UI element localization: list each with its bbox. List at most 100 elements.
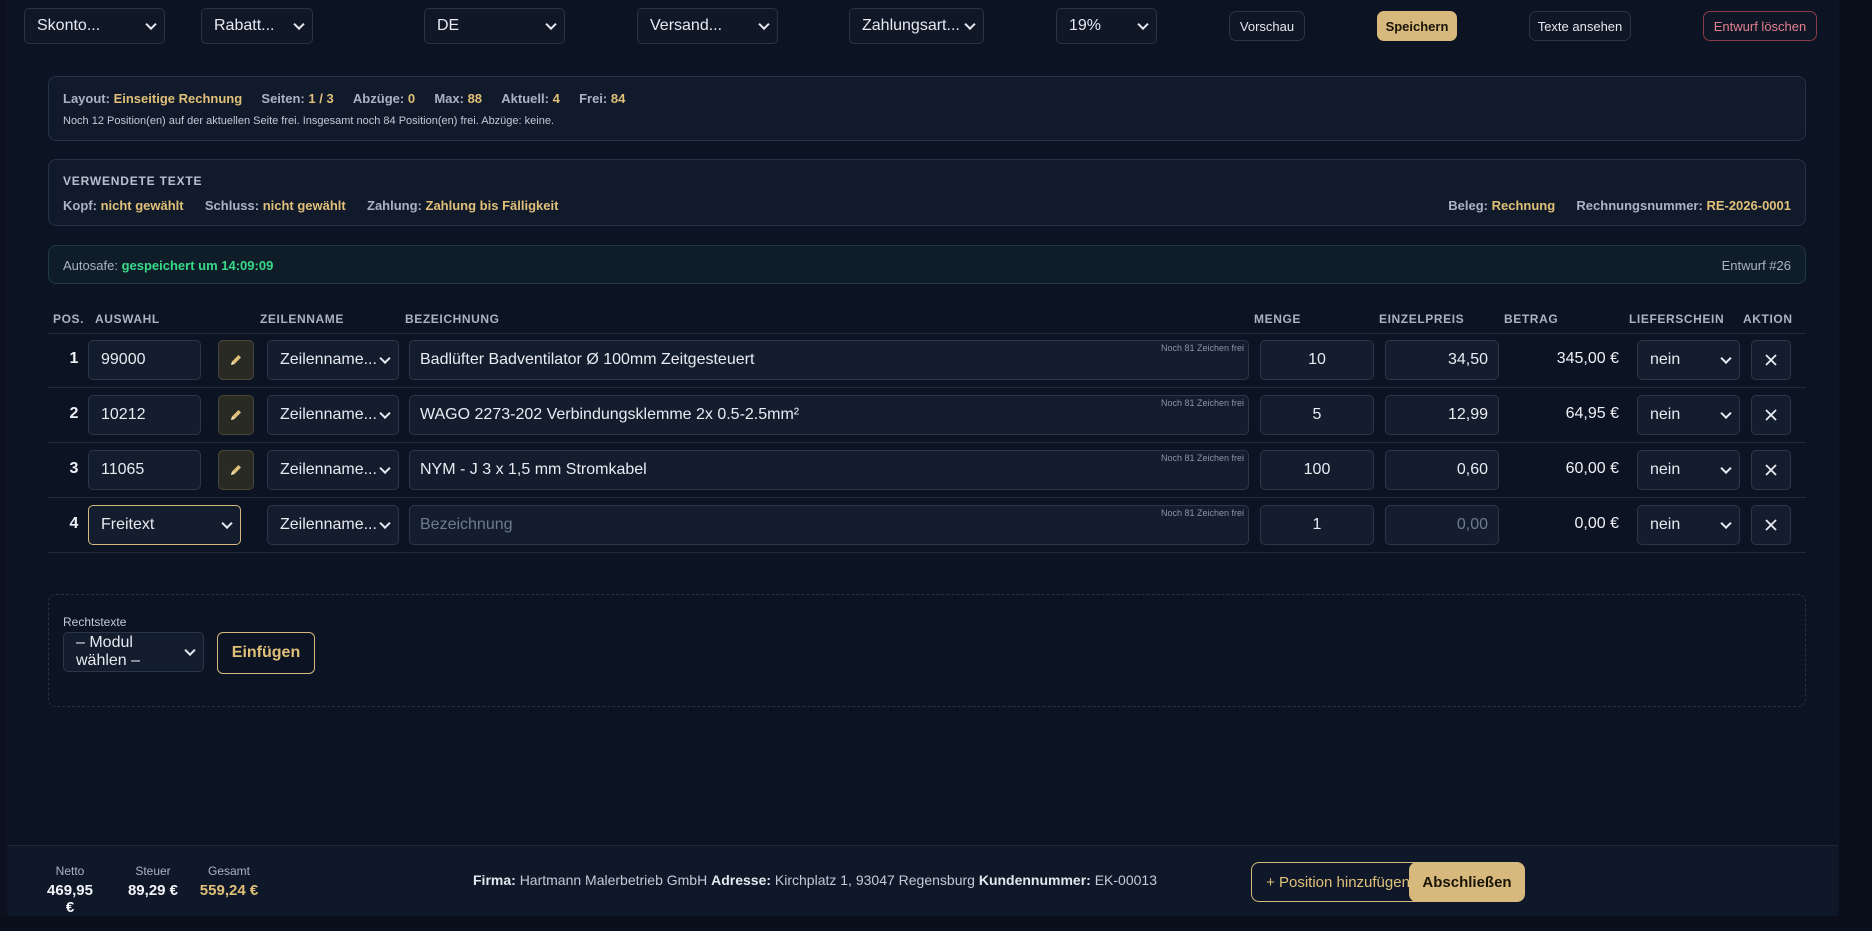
quantity-input[interactable]: 10 (1260, 340, 1374, 380)
grand-total-label: Gesamt (207, 864, 250, 878)
chevron-down-icon (758, 18, 770, 31)
col-rowname: ZEILENNAME (260, 312, 344, 326)
description-input[interactable]: NYM - J 3 x 1,5 mm Stromkabel Noch 81 Ze… (409, 450, 1249, 490)
current-value: 4 (552, 91, 560, 106)
head-label: Kopf: (63, 198, 97, 213)
delete-row-button[interactable] (1751, 450, 1791, 490)
description-input[interactable]: Badlüfter Badventilator Ø 100mm Zeitgest… (409, 340, 1249, 380)
language-select[interactable]: DE (424, 8, 565, 44)
net-total: Netto 469,95 € (42, 864, 98, 916)
delete-row-button[interactable] (1751, 505, 1791, 545)
delivery-note-select[interactable]: nein (1637, 395, 1740, 435)
payment-method-select[interactable]: Zahlungsart... (849, 8, 984, 44)
payment-value: Zahlung bis Fälligkeit (425, 198, 559, 213)
close-icon (1765, 464, 1777, 476)
insert-button[interactable]: Einfügen (217, 632, 315, 674)
doc-type-label: Beleg: (1448, 198, 1488, 213)
table-row: 4 Freitext Zeilenname... Bezeichnung Noc… (48, 498, 1806, 553)
chevron-down-icon (545, 18, 557, 31)
chevron-down-icon (1137, 18, 1149, 31)
edit-article-button[interactable] (218, 395, 254, 435)
rowname-value: Zeilenname... (280, 351, 377, 368)
shipping-select[interactable]: Versand... (637, 8, 778, 44)
rowname-select[interactable]: Zeilenname... (267, 450, 399, 490)
current-label: Aktuell: (501, 91, 549, 106)
payment-label: Zahlung: (367, 198, 422, 213)
unit-price-input[interactable]: 0,60 (1385, 450, 1499, 490)
edit-article-button[interactable] (218, 450, 254, 490)
table-row: 3 11065 Zeilenname... NYM - J 3 x 1,5 mm… (48, 443, 1806, 498)
description-input[interactable]: WAGO 2273-202 Verbindungsklemme 2x 0.5-2… (409, 395, 1249, 435)
layout-summary: Layout: Einseitige Rechnung Seiten: 1 / … (63, 91, 625, 106)
col-quantity: MENGE (1254, 312, 1302, 326)
customer-number-value: EK-00013 (1094, 872, 1157, 888)
article-type-value: Freitext (101, 516, 155, 533)
article-number-input[interactable]: 99000 (88, 340, 201, 380)
finish-button[interactable]: Abschließen (1409, 862, 1525, 902)
unit-price-value: 12,99 (1447, 406, 1488, 423)
unit-price-value: 0,60 (1456, 461, 1488, 478)
shipping-select-value: Versand... (650, 17, 723, 34)
close-icon (1765, 409, 1777, 421)
char-counter: Noch 81 Zeichen frei (1160, 508, 1244, 518)
delete-row-button[interactable] (1751, 340, 1791, 380)
unit-price-input[interactable]: 0,00 (1385, 505, 1499, 545)
tax-total: Steuer 89,29 € (122, 864, 184, 899)
delete-row-button[interactable] (1751, 395, 1791, 435)
table-row: 1 99000 Zeilenname... Badlüfter Badventi… (48, 333, 1806, 388)
rowname-select[interactable]: Zeilenname... (267, 395, 399, 435)
col-pos: POS. (53, 312, 85, 326)
quantity-input[interactable]: 1 (1260, 505, 1374, 545)
max-value: 88 (467, 91, 483, 106)
delivery-note-select[interactable]: nein (1637, 505, 1740, 545)
legal-module-select[interactable]: – Modul wählen – (63, 632, 204, 672)
add-position-button[interactable]: + Position hinzufügen (1251, 862, 1425, 902)
pages-label: Seiten: (261, 91, 305, 106)
rowname-select[interactable]: Zeilenname... (267, 340, 399, 380)
doc-type-value: Rechnung (1491, 198, 1556, 213)
used-texts-heading: VERWENDETE TEXTE (63, 174, 203, 188)
quantity-value: 1 (1312, 516, 1322, 533)
chevron-down-icon (1720, 462, 1732, 475)
col-unit-price: EINZELPREIS (1379, 312, 1465, 326)
rebate-select[interactable]: Rabatt... (201, 8, 313, 44)
tax-rate-select[interactable]: 19% (1056, 8, 1157, 44)
free-value: 84 (610, 91, 626, 106)
article-type-select[interactable]: Freitext (88, 505, 241, 545)
table-row: 2 10212 Zeilenname... WAGO 2273-202 Verb… (48, 388, 1806, 443)
preview-button[interactable]: Vorschau (1229, 11, 1305, 41)
description-input[interactable]: Bezeichnung Noch 81 Zeichen frei (409, 505, 1249, 545)
edit-article-button[interactable] (218, 340, 254, 380)
quantity-input[interactable]: 5 (1260, 395, 1374, 435)
used-texts-summary: Kopf: nicht gewählt Schluss: nicht gewäh… (63, 198, 558, 213)
rowname-value: Zeilenname... (280, 461, 377, 478)
discount-select[interactable]: Skonto... (24, 8, 165, 44)
article-number-input[interactable]: 11065 (88, 450, 201, 490)
unit-price-input[interactable]: 12,99 (1385, 395, 1499, 435)
free-label: Frei: (579, 91, 608, 106)
unit-price-placeholder: 0,00 (1456, 516, 1488, 533)
tax-rate-select-value: 19% (1069, 17, 1102, 34)
rowname-select[interactable]: Zeilenname... (267, 505, 399, 545)
quantity-input[interactable]: 100 (1260, 450, 1374, 490)
tax-label: Steuer (135, 864, 171, 878)
description-value: WAGO 2273-202 Verbindungsklemme 2x 0.5-2… (420, 406, 800, 423)
grand-total-value: 559,24 € (199, 882, 259, 899)
delivery-note-select[interactable]: nein (1637, 450, 1740, 490)
view-texts-button[interactable]: Texte ansehen (1529, 11, 1631, 41)
draft-number: Entwurf #26 (1721, 258, 1791, 273)
rebate-select-value: Rabatt... (214, 17, 275, 34)
window-edge-bottom (0, 915, 1872, 931)
article-number-input[interactable]: 10212 (88, 395, 201, 435)
deductions-label: Abzüge: (352, 91, 405, 106)
legal-texts-section: Rechtstexte – Modul wählen – Einfügen (48, 594, 1806, 707)
close-icon (1765, 354, 1777, 366)
delivery-note-select[interactable]: nein (1637, 340, 1740, 380)
save-button[interactable]: Speichern (1377, 11, 1457, 41)
customer-info: Firma: Hartmann Malerbetrieb GmbH Adress… (473, 872, 1157, 888)
unit-price-input[interactable]: 34,50 (1385, 340, 1499, 380)
autosave-bar: Autosafe: gespeichert um 14:09:09 Entwur… (48, 245, 1806, 284)
discount-select-value: Skonto... (37, 17, 101, 34)
delete-draft-button[interactable]: Entwurf löschen (1703, 11, 1817, 41)
pencil-icon (231, 410, 241, 420)
